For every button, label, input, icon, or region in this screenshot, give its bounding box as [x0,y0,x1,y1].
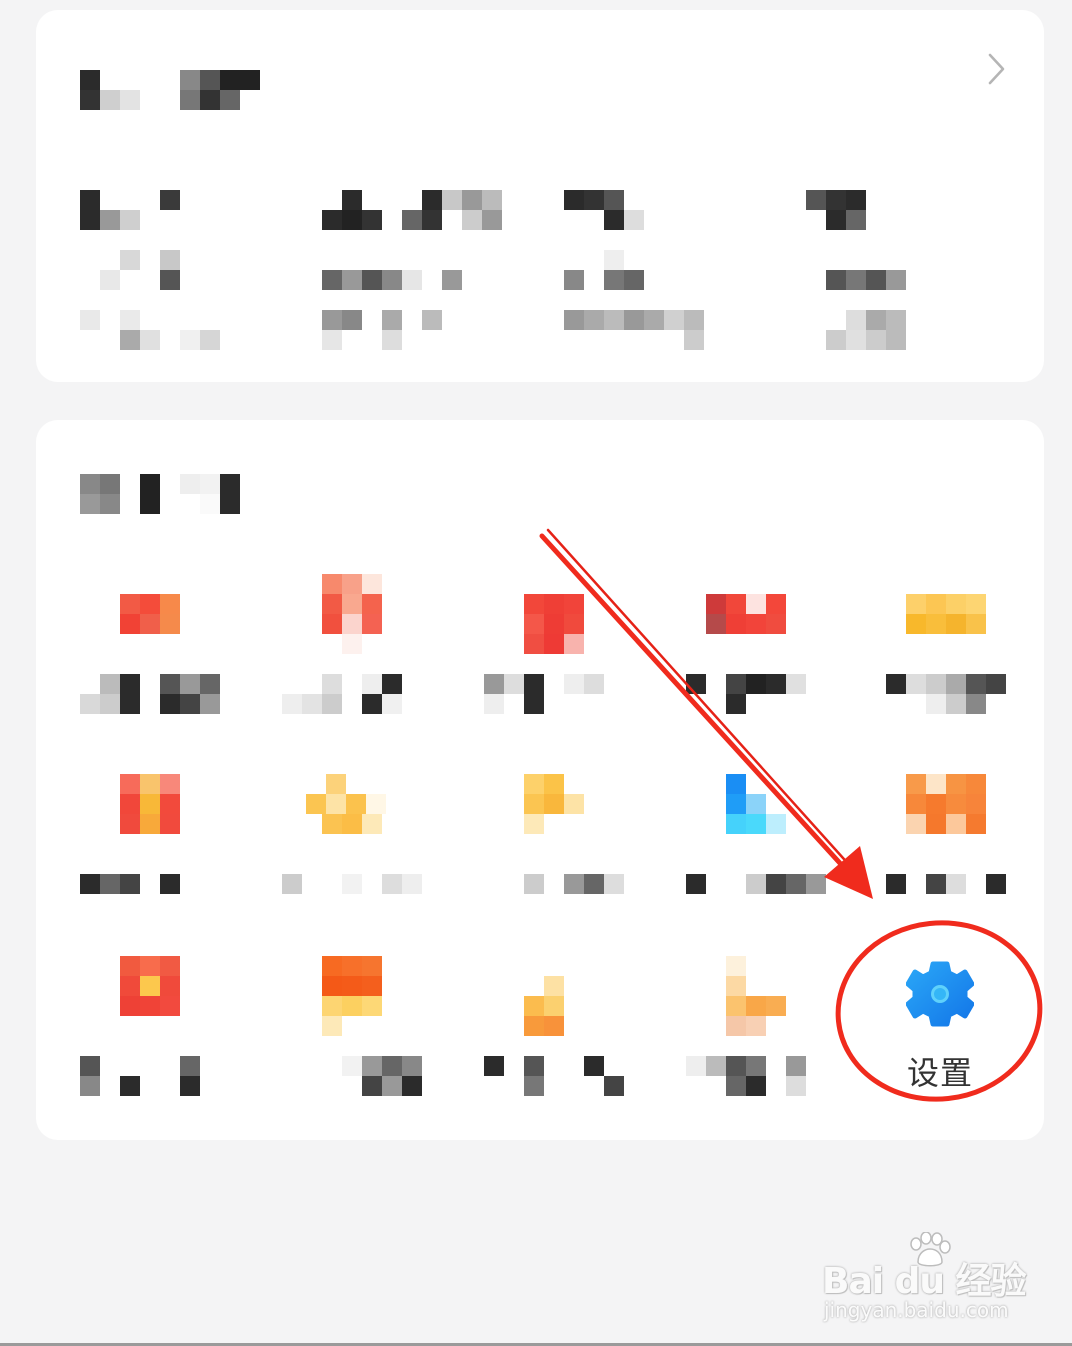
tool-item-11[interactable] [80,952,240,1122]
tool-item-4[interactable] [686,570,846,740]
chevron-right-icon[interactable] [982,52,1012,86]
gear-icon [906,961,974,1027]
watermark-url: jingyan.baidu.com [824,1298,1009,1322]
tool-item-8[interactable] [484,770,644,940]
watermark-brand: Bai du 经验 [822,1261,1027,1302]
settings-label: 设置 [906,1054,973,1092]
tool-item-1[interactable] [80,570,240,740]
tool-item-2[interactable] [282,570,442,740]
tool-item-7[interactable] [282,770,442,940]
tool-item-9[interactable] [686,770,846,940]
account-card[interactable] [36,10,1044,382]
baidu-jingyan-watermark: Bai du 经验 jingyan.baidu.com [822,1232,1027,1328]
tool-item-12[interactable] [282,952,442,1122]
settings-button[interactable]: 设置 [860,940,1020,1100]
tool-item-6[interactable] [80,770,240,940]
tool-item-14[interactable] [686,952,846,1122]
tool-item-3[interactable] [484,570,644,740]
tool-item-10[interactable] [886,770,1046,940]
tool-item-5[interactable] [886,570,1046,740]
tool-item-13[interactable] [484,952,644,1122]
